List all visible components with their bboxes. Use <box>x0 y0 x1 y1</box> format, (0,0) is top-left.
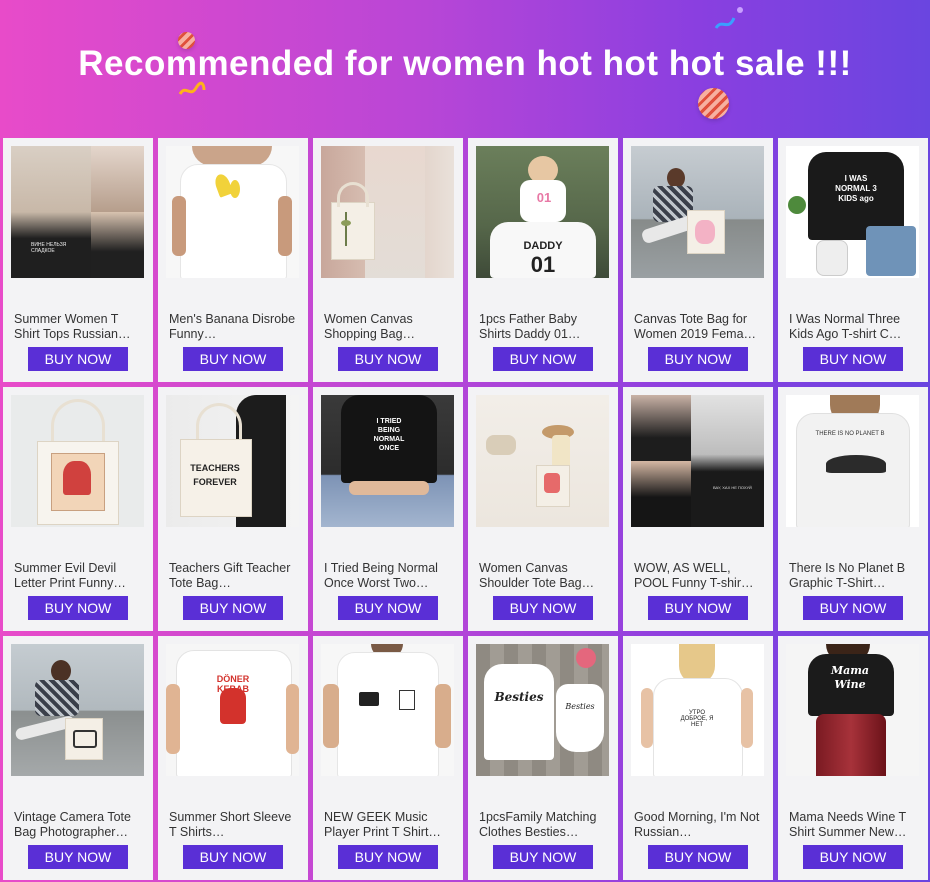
product-image[interactable]: Besties Besties <box>476 644 609 776</box>
product-card[interactable]: Mama Wine Mama Needs Wine T Shirt Summer… <box>778 636 928 880</box>
buy-now-button[interactable]: BUY NOW <box>28 347 128 371</box>
product-title[interactable]: Men's Banana Disrobe Funny… <box>169 312 299 342</box>
product-image[interactable]: УТРО ДОБРОЕ, Я НЕТ <box>631 644 764 776</box>
product-card[interactable]: Besties Besties 1pcsFamily Matching Clot… <box>468 636 618 880</box>
product-title[interactable]: Summer Short Sleeve T Shirts… <box>169 810 299 840</box>
product-image[interactable]: I WAS NORMAL 3 KIDS ago <box>786 146 919 278</box>
product-card[interactable]: Canvas Tote Bag for Women 2019 Fema… BUY… <box>623 138 773 382</box>
product-image[interactable]: TEACHERS FOREVER <box>166 395 299 527</box>
product-image[interactable] <box>321 644 454 776</box>
product-grid: ВИНЕ НЕЛЬЗЯ СЛАДКОЕ Summer Women T Shirt… <box>3 138 928 880</box>
product-title[interactable]: Mama Needs Wine T Shirt Summer New… <box>789 810 919 840</box>
buy-now-button[interactable]: BUY NOW <box>183 845 283 869</box>
buy-now-button[interactable]: BUY NOW <box>493 845 593 869</box>
buy-now-button[interactable]: BUY NOW <box>183 347 283 371</box>
product-card[interactable]: ВАУ, ХАХ НЕ ПОХУЙ WOW, AS WELL, POOL Fun… <box>623 387 773 631</box>
buy-now-button[interactable]: BUY NOW <box>803 845 903 869</box>
product-image[interactable]: ВАУ, ХАХ НЕ ПОХУЙ <box>631 395 764 527</box>
product-image[interactable] <box>11 395 144 527</box>
banner-title: Recommended for women hot hot hot sale !… <box>78 44 852 83</box>
product-title[interactable]: Good Morning, I'm Not Russian… <box>634 810 764 840</box>
product-title[interactable]: 1pcs Father Baby Shirts Daddy 01… <box>479 312 609 342</box>
buy-now-button[interactable]: BUY NOW <box>648 845 748 869</box>
product-title[interactable]: I Was Normal Three Kids Ago T-shirt C… <box>789 312 919 342</box>
product-card[interactable]: TEACHERS FOREVER Teachers Gift Teacher T… <box>158 387 308 631</box>
buy-now-button[interactable]: BUY NOW <box>648 347 748 371</box>
product-image[interactable] <box>631 146 764 278</box>
product-card[interactable]: УТРО ДОБРОЕ, Я НЕТ Good Morning, I'm Not… <box>623 636 773 880</box>
product-title[interactable]: Women Canvas Shopping Bag… <box>324 312 454 342</box>
striped-ball-decoration <box>698 88 729 119</box>
product-card[interactable]: Women Canvas Shopping Bag… BUY NOW <box>313 138 463 382</box>
product-title[interactable]: 1pcsFamily Matching Clothes Besties… <box>479 810 609 840</box>
product-card[interactable]: I TRIED BEING NORMAL ONCE I Tried Being … <box>313 387 463 631</box>
buy-now-button[interactable]: BUY NOW <box>493 596 593 620</box>
promo-banner: Recommended for women hot hot hot sale !… <box>0 0 930 136</box>
product-image[interactable]: I TRIED BEING NORMAL ONCE <box>321 395 454 527</box>
product-image[interactable]: DÖNER KEBAB <box>166 644 299 776</box>
buy-now-button[interactable]: BUY NOW <box>28 596 128 620</box>
product-title[interactable]: Summer Evil Devil Letter Print Funny… <box>14 561 144 591</box>
product-card[interactable]: 01 DADDY 01 1pcs Father Baby Shirts Dadd… <box>468 138 618 382</box>
product-image[interactable] <box>476 395 609 527</box>
product-title[interactable]: Women Canvas Shoulder Tote Bag… <box>479 561 609 591</box>
product-title[interactable]: Vintage Camera Tote Bag Photographer… <box>14 810 144 840</box>
product-card[interactable]: I WAS NORMAL 3 KIDS ago I Was Normal Thr… <box>778 138 928 382</box>
product-image[interactable] <box>321 146 454 278</box>
buy-now-button[interactable]: BUY NOW <box>338 347 438 371</box>
product-title[interactable]: NEW GEEK Music Player Print T Shirt… <box>324 810 454 840</box>
buy-now-button[interactable]: BUY NOW <box>803 347 903 371</box>
product-image[interactable]: THERE IS NO PLANET B <box>786 395 919 527</box>
product-card[interactable]: DÖNER KEBAB Summer Short Sleeve T Shirts… <box>158 636 308 880</box>
buy-now-button[interactable]: BUY NOW <box>803 596 903 620</box>
product-card[interactable]: Summer Evil Devil Letter Print Funny… BU… <box>3 387 153 631</box>
product-image[interactable]: ВИНЕ НЕЛЬЗЯ СЛАДКОЕ <box>11 146 144 278</box>
product-title[interactable]: There Is No Planet B Graphic T-Shirt… <box>789 561 919 591</box>
product-card[interactable]: Women Canvas Shoulder Tote Bag… BUY NOW <box>468 387 618 631</box>
streamer-decoration <box>714 7 743 29</box>
product-card[interactable]: Vintage Camera Tote Bag Photographer… BU… <box>3 636 153 880</box>
buy-now-button[interactable]: BUY NOW <box>338 596 438 620</box>
product-card[interactable]: NEW GEEK Music Player Print T Shirt… BUY… <box>313 636 463 880</box>
product-card[interactable]: THERE IS NO PLANET B There Is No Planet … <box>778 387 928 631</box>
product-card[interactable]: Men's Banana Disrobe Funny… BUY NOW <box>158 138 308 382</box>
product-image[interactable] <box>11 644 144 776</box>
product-title[interactable]: Summer Women T Shirt Tops Russian… <box>14 312 144 342</box>
product-image[interactable]: Mama Wine <box>786 644 919 776</box>
product-title[interactable]: Canvas Tote Bag for Women 2019 Fema… <box>634 312 764 342</box>
product-title[interactable]: WOW, AS WELL, POOL Funny T-shir… <box>634 561 764 591</box>
product-image[interactable]: 01 DADDY 01 <box>476 146 609 278</box>
product-title[interactable]: I Tried Being Normal Once Worst Two… <box>324 561 454 591</box>
buy-now-button[interactable]: BUY NOW <box>493 347 593 371</box>
buy-now-button[interactable]: BUY NOW <box>338 845 438 869</box>
product-image[interactable] <box>166 146 299 278</box>
product-title[interactable]: Teachers Gift Teacher Tote Bag… <box>169 561 299 591</box>
buy-now-button[interactable]: BUY NOW <box>28 845 128 869</box>
buy-now-button[interactable]: BUY NOW <box>183 596 283 620</box>
buy-now-button[interactable]: BUY NOW <box>648 596 748 620</box>
product-card[interactable]: ВИНЕ НЕЛЬЗЯ СЛАДКОЕ Summer Women T Shirt… <box>3 138 153 382</box>
